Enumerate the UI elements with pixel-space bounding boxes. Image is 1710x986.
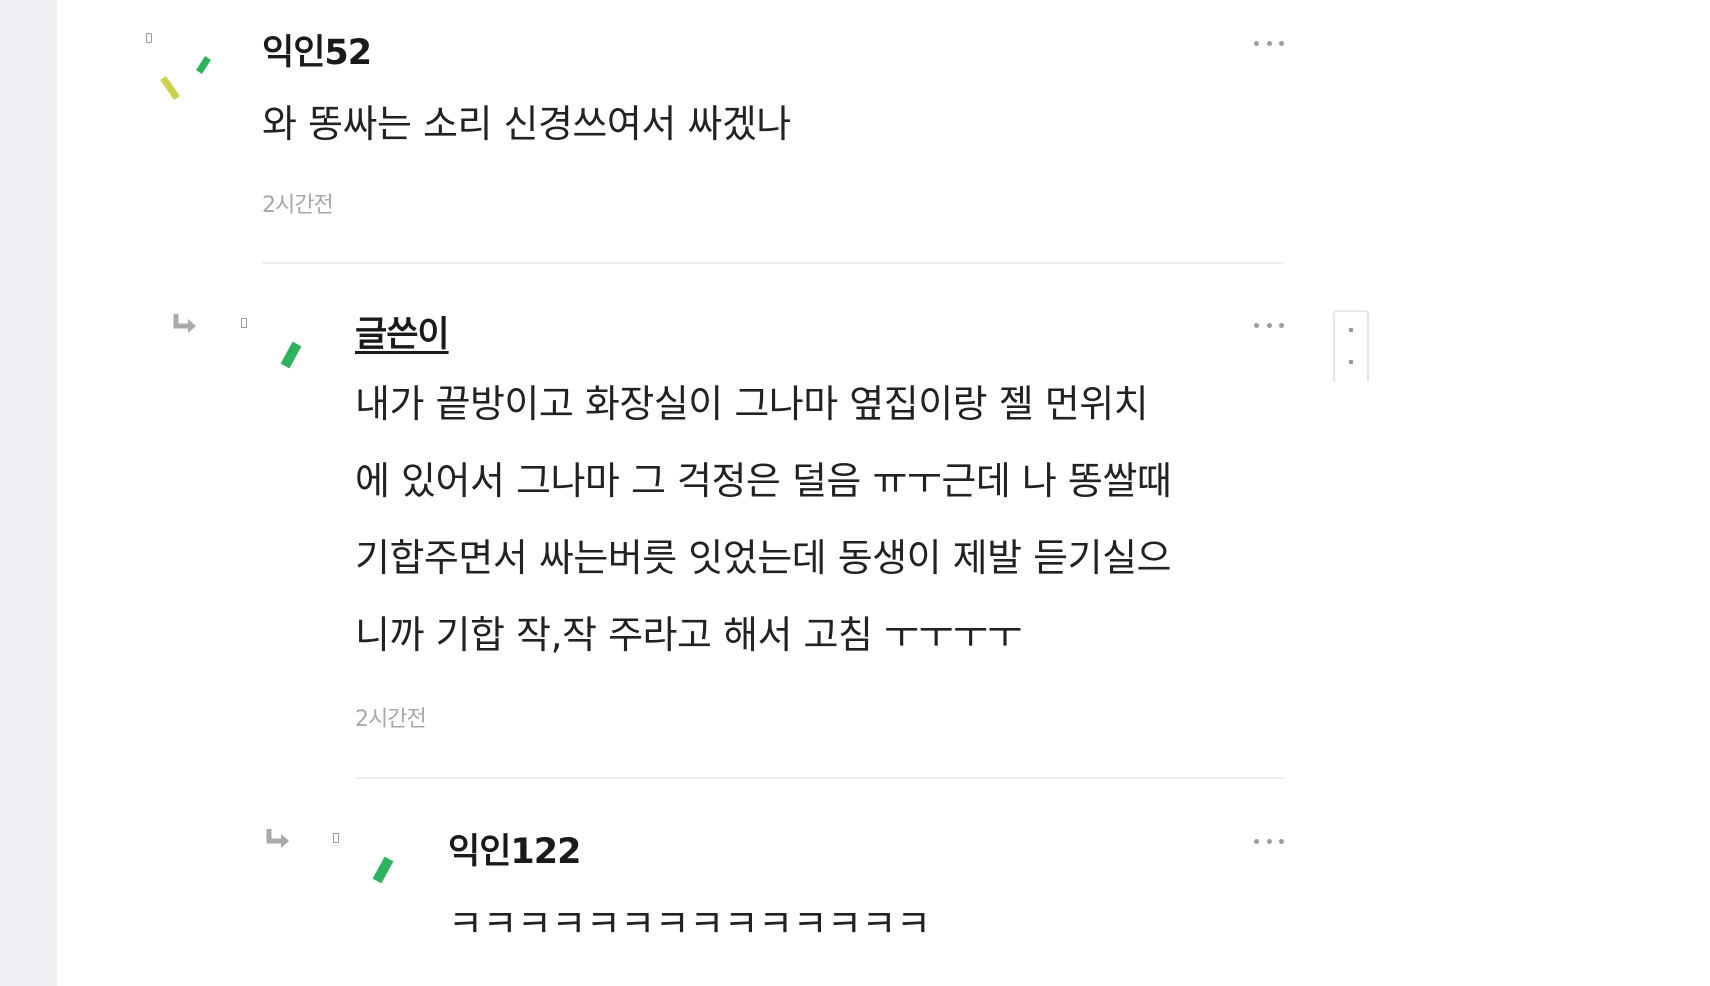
comment-text-line: 니까 기합 작,작 주라고 해서 고침 ㅜㅜㅜㅜ (355, 613, 1022, 657)
comment-timestamp: 2시간전 (355, 707, 427, 732)
comment-text-line: 기합주면서 싸는버릇 잇었는데 동생이 제발 듣기실으 (355, 536, 1172, 580)
green-dashes-avatar-icon (160, 56, 211, 101)
more-options-icon[interactable] (1254, 318, 1284, 332)
scroll-control[interactable] (1333, 310, 1369, 382)
level-badge-icon (146, 33, 152, 43)
more-options-icon[interactable] (1254, 36, 1284, 50)
level-badge-icon (333, 833, 339, 843)
reply-arrow-icon (173, 314, 196, 333)
comment-text: ㅋㅋㅋㅋㅋㅋㅋㅋㅋㅋㅋㅋㅋㅋ (448, 902, 931, 946)
comment-text: 내가 끝방이고 화장실이 그나마 옆집이랑 젤 먼위치 에 있어서 그나마 그 … (355, 366, 1172, 674)
comment-text-line: 내가 끝방이고 화장실이 그나마 옆집이랑 젤 먼위치 (355, 382, 1149, 426)
left-gutter (0, 0, 57, 986)
comment-nickname[interactable]: 익인122 (448, 823, 581, 874)
green-slash-avatar-icon (372, 856, 394, 884)
comment-nickname[interactable]: 익인52 (262, 24, 372, 75)
comment-text: 와 똥싸는 소리 신경쓰여서 싸겠나 (262, 102, 791, 146)
author-nickname[interactable]: 글쓴이 (355, 306, 450, 357)
more-options-icon[interactable] (1254, 834, 1284, 848)
comment-text-line: 에 있어서 그나마 그 걱정은 덜음 ㅠㅜ근데 나 똥쌀때 (355, 459, 1172, 503)
level-badge-icon (241, 318, 247, 328)
comment-divider (355, 777, 1284, 779)
comment-timestamp: 2시간전 (262, 193, 334, 218)
reply-arrow-icon (266, 829, 289, 848)
comment-divider (262, 262, 1284, 264)
green-slash-avatar-icon (280, 341, 302, 369)
